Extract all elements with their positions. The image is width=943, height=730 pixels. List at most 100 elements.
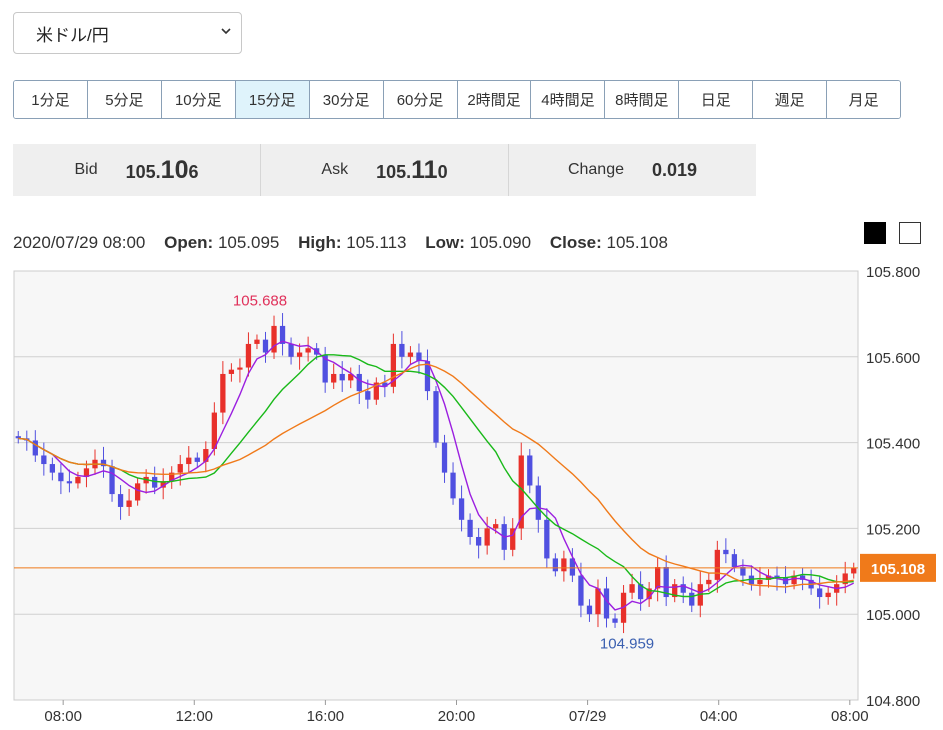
candle [816,588,823,598]
candle [32,440,38,456]
candle [296,352,303,357]
timeframe-tab[interactable]: 月足 [827,81,900,118]
candle [109,466,115,495]
candle [714,549,720,580]
candle [851,567,857,574]
candle [262,339,269,353]
x-tick-label: 16:00 [307,708,345,725]
candle [152,476,158,488]
close-value: 105.108 [606,233,668,252]
candle [66,481,73,484]
candle [305,348,311,353]
candle [595,588,601,615]
y-tick-label: 105.200 [866,521,920,538]
timeframe-tabs: 1分足 5分足 10分足 15分足 30分足 60分足 2時間足 4時間足 8時間足 日足 週足 月足 [13,80,901,119]
light-theme-button[interactable] [899,222,921,244]
candle [723,549,729,555]
candle [254,339,260,344]
chevron-down-icon [221,28,231,35]
x-tick-label: 08:00 [831,708,869,725]
candle [493,524,499,529]
x-tick-label: 07/29 [569,708,607,725]
timeframe-tab[interactable]: 1分足 [14,81,88,118]
x-tick-label: 08:00 [44,708,82,725]
candle [365,391,371,400]
candle [561,558,567,572]
candle [237,367,243,370]
candle [655,567,661,589]
candle [586,605,593,615]
timeframe-tab[interactable]: 4時間足 [531,81,606,118]
ask-label: Ask [321,161,349,178]
candle [433,391,439,443]
plot-area [13,270,859,701]
candle [441,442,448,473]
candle [177,464,183,473]
ohlc-readout: 2020/07/29 08:00 Open: 105.095 High: 105… [13,233,668,253]
high-value: 105.113 [346,233,407,252]
y-tick-label: 105.000 [866,607,920,624]
timeframe-tab[interactable]: 8時間足 [605,81,680,118]
x-tick-label: 04:00 [700,708,738,725]
dark-theme-button[interactable] [864,222,886,244]
timeframe-tab[interactable]: 10分足 [161,81,236,118]
candle [331,373,337,383]
open-label: Open: [164,233,214,252]
timeframe-tab[interactable]: 15分足 [235,81,310,118]
candle [689,592,695,606]
timeframe-tab[interactable]: 週足 [753,81,828,118]
candle [527,455,533,486]
x-tick-label: 12:00 [175,708,213,725]
candle [467,519,473,537]
y-tick-label: 105.800 [866,264,920,281]
bid-label: Bid [74,161,98,178]
price-chart[interactable]: 105.800 105.600 105.400 105.200 105.000 104.8… [0,255,943,730]
ask-value: 105.110 [376,155,448,184]
timeframe-tab[interactable]: 日足 [679,81,754,118]
candle [552,558,558,572]
low-label: Low: [425,233,465,252]
candle [475,536,482,546]
quote-panel: Bid 105.106 Ask 105.110 Change 0.019 [13,144,756,196]
candle [544,519,550,559]
candle [731,554,738,568]
candle [484,528,490,546]
candle [339,373,345,381]
candle [757,579,763,585]
bid-value: 105.106 [125,155,199,184]
y-tick-label: 104.800 [866,693,920,710]
currency-pair-value: 米ドル/円 [36,25,109,45]
candle [228,369,235,374]
candle [49,464,56,473]
timeframe-tab[interactable]: 30分足 [309,81,384,118]
y-tick-label: 105.600 [866,350,920,367]
high-label: High: [298,233,342,252]
candle [706,579,712,585]
candle [41,455,47,465]
current-price-label: 105.108 [871,561,925,578]
candle [578,575,584,606]
timeframe-tab[interactable]: 5分足 [87,81,162,118]
candle [825,592,831,598]
candle [356,373,362,392]
candle [58,472,64,482]
timeframe-tab[interactable]: 60分足 [383,81,458,118]
currency-pair-select[interactable]: 米ドル/円 [13,12,242,54]
candle [407,352,414,357]
candle [612,618,618,623]
candle [629,584,635,593]
candle [245,343,252,368]
candle [194,457,200,462]
x-tick-label: 20:00 [438,708,476,725]
timeframe-tab[interactable]: 2時間足 [457,81,532,118]
candle [450,472,456,499]
candle [399,343,405,357]
candle [117,494,124,507]
bid-cell: Bid 105.106 [13,144,261,196]
high-annotation: 105.688 [233,292,287,309]
candle [220,373,226,413]
ohlc-datetime: 2020/07/29 08:00 [13,233,146,252]
candle [186,457,192,465]
change-cell: Change 0.019 [509,144,756,196]
change-label: Change [567,161,624,178]
